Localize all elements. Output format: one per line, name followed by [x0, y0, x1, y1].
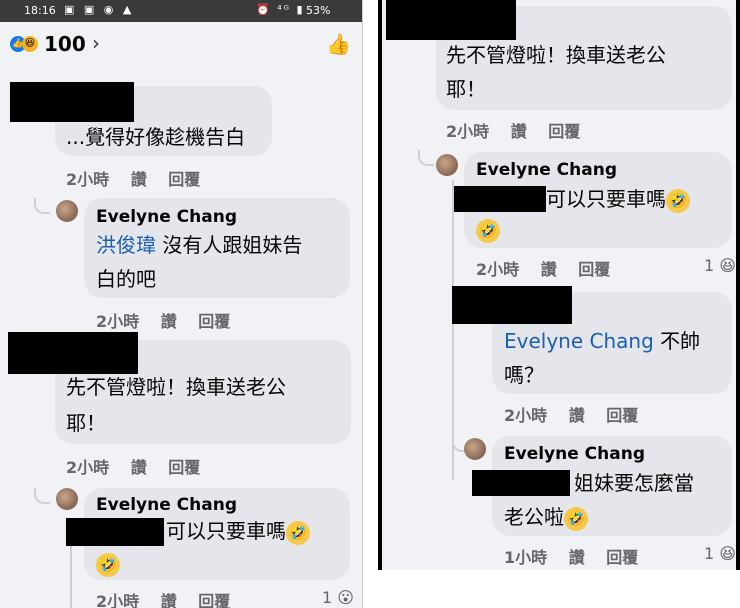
- reply-meta[interactable]: 2小時 讚 回覆: [504, 402, 638, 426]
- rofl-emoji-icon: 🤣: [286, 520, 310, 545]
- status-bar: 18:16 ▣ ▣ ◉ ▲ ⏰ ⁴ᴳ ▮ 53%: [0, 0, 362, 22]
- comment-text-line1: 先不管燈啦！換車送老公: [446, 43, 666, 67]
- author-name[interactable]: Evelyne Chang: [504, 444, 645, 464]
- reply-text-content: 可以只要車嗎: [166, 519, 286, 543]
- mention-link[interactable]: 洪俊瑋: [96, 233, 156, 257]
- redacted-mention: [472, 470, 570, 496]
- reply-meta[interactable]: 2小時 讚 回覆: [476, 256, 610, 280]
- comment-meta[interactable]: 2小時 讚 回覆: [66, 454, 200, 478]
- avatar[interactable]: [436, 154, 458, 176]
- reaction-badge-count: 1: [704, 544, 715, 563]
- reaction-badge[interactable]: 1 😮: [322, 588, 354, 607]
- reply-meta[interactable]: 2小時 讚 回覆: [96, 588, 230, 608]
- comment-text-line1: 先不管燈啦！換車送老公: [66, 375, 286, 399]
- chevron-right-icon[interactable]: ›: [92, 31, 100, 55]
- comment-meta[interactable]: 2小時 讚 回覆: [446, 118, 580, 142]
- rofl-emoji-icon: 🤣: [96, 552, 120, 577]
- reply-text-line2: 老公啦 🤣: [504, 500, 588, 534]
- wow-emoji-icon: 😮: [337, 588, 354, 607]
- reply-meta[interactable]: 1小時 讚 回覆: [504, 544, 638, 568]
- reaction-badge[interactable]: 1 😆: [704, 256, 736, 275]
- like-button-icon[interactable]: 👍: [326, 32, 351, 56]
- reaction-badge-count: 1: [704, 256, 715, 275]
- avatar[interactable]: [56, 488, 78, 510]
- redacted-name: [8, 332, 138, 374]
- comment-meta[interactable]: 2小時 讚 回覆: [66, 166, 200, 190]
- reaction-badge-count: 1: [322, 588, 333, 607]
- thread-line: [418, 150, 434, 166]
- comment-text-line2: 耶！: [66, 411, 106, 435]
- redacted-name: [452, 286, 572, 324]
- reaction-count: 100: [44, 32, 86, 56]
- reply-meta[interactable]: 2小時 讚 回覆: [96, 308, 230, 332]
- reply-text-line1: Evelyne Chang 不帥: [504, 324, 700, 358]
- notification-icons: ▣ ▣ ◉ ▲: [64, 3, 135, 16]
- redacted-name: [386, 0, 516, 40]
- avatar[interactable]: [56, 200, 78, 222]
- right-screenshot: 先不管燈啦！換車送老公 耶！ 2小時 讚 回覆 Evelyne Chang 可以…: [378, 0, 740, 570]
- reply-text: 可以只要車嗎 🤣: [546, 182, 690, 216]
- thread-line: [452, 180, 454, 480]
- reaction-badge[interactable]: 1 😆: [704, 544, 736, 563]
- haha-emoji-icon: 😆: [719, 544, 736, 563]
- reply-emoji-line: 🤣: [96, 546, 120, 580]
- reply-text: 沒有人跟姐妹告: [156, 233, 303, 257]
- reply-text: 不帥: [653, 329, 701, 353]
- reply-text-line2: 白的吧: [96, 267, 156, 291]
- reply-text-line2: 嗎？: [504, 363, 544, 387]
- author-name[interactable]: Evelyne Chang: [476, 160, 617, 180]
- comment-text-line2: 耶！: [446, 77, 486, 101]
- reply-text: 老公啦: [504, 505, 564, 529]
- redacted-name: [10, 82, 134, 122]
- haha-emoji-icon: 😆: [719, 256, 736, 275]
- status-time: 18:16: [24, 4, 56, 17]
- rofl-emoji-icon: 🤣: [666, 188, 690, 213]
- thread-line: [34, 488, 50, 504]
- rofl-emoji-icon: 🤣: [476, 218, 500, 243]
- haha-icon: 😆: [22, 36, 38, 52]
- mention-link[interactable]: Evelyne Chang: [504, 329, 654, 353]
- thread-line: [34, 198, 50, 214]
- reply-emoji-line: 🤣: [476, 212, 500, 246]
- reply-text: 可以只要車嗎 🤣: [166, 514, 310, 548]
- left-screenshot: 18:16 ▣ ▣ ◉ ▲ ⏰ ⁴ᴳ ▮ 53% 👍 😆 100 › 👍 ...…: [0, 0, 363, 608]
- reply-text-line1: 姐妹要怎麼當: [574, 471, 694, 495]
- reply-text-content: 可以只要車嗎: [546, 187, 666, 211]
- comment-text: ...覺得好像趁機告白: [66, 125, 246, 149]
- reactions-header[interactable]: 👍 😆 100 › 👍: [0, 22, 362, 66]
- redacted-mention: [66, 518, 164, 546]
- redacted-mention: [454, 186, 546, 212]
- author-name[interactable]: Evelyne Chang: [96, 495, 237, 515]
- rofl-emoji-icon: 🤣: [564, 506, 588, 531]
- author-name[interactable]: Evelyne Chang: [96, 207, 237, 227]
- battery-level: 53%: [306, 4, 331, 17]
- reply-text-line1: 洪俊瑋 沒有人跟姐妹告: [96, 228, 302, 262]
- system-icons: ⏰ ⁴ᴳ ▮: [256, 3, 305, 16]
- avatar[interactable]: [464, 438, 486, 460]
